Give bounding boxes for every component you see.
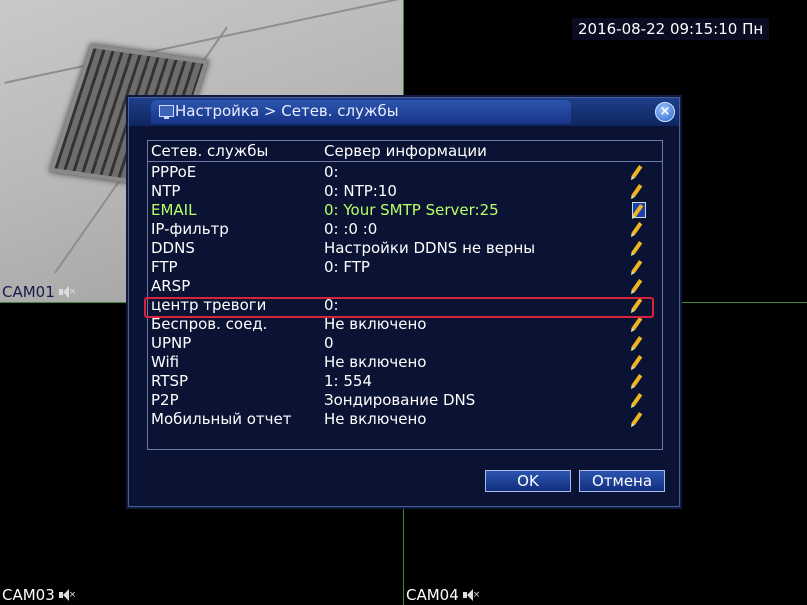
table-row[interactable]: ARSP xyxy=(148,277,662,296)
edit-pencil-icon[interactable] xyxy=(631,316,646,332)
service-info: Настройки DDNS не верны xyxy=(324,239,536,257)
service-info: 0: FTP xyxy=(324,258,370,276)
camera-name: CAM01 xyxy=(2,283,55,301)
edit-pencil-icon[interactable] xyxy=(631,392,646,408)
table-row[interactable]: RTSP 1: 554 xyxy=(148,372,662,391)
service-name: P2P xyxy=(151,391,179,409)
service-name: PPPoE xyxy=(151,163,197,181)
edit-pencil-icon[interactable] xyxy=(631,164,646,180)
table-row[interactable]: EMAIL 0: Your SMTP Server:25 xyxy=(148,201,662,220)
table-row[interactable]: Wifi Не включено xyxy=(148,353,662,372)
edit-pencil-icon[interactable] xyxy=(631,335,646,351)
service-name: FTP xyxy=(151,258,178,276)
table-row[interactable]: P2P Зондирование DNS xyxy=(148,391,662,410)
service-info: Зондирование DNS xyxy=(324,391,476,409)
service-info: 0: :0 :0 xyxy=(324,220,378,238)
service-info: 0 xyxy=(324,334,334,352)
column-header-info: Сервер информации xyxy=(324,142,487,160)
camera-label-cam03: CAM03 × xyxy=(2,585,76,604)
close-button[interactable]: × xyxy=(655,102,675,122)
camera-label-cam01: CAM01 × xyxy=(2,283,76,301)
service-name: Wifi xyxy=(151,353,180,371)
camera-label-cam04: CAM04 × xyxy=(406,585,480,604)
service-name: ARSP xyxy=(151,277,191,295)
service-name: NTP xyxy=(151,182,181,200)
camera-name: CAM03 xyxy=(2,585,55,604)
edit-pencil-icon[interactable] xyxy=(631,411,646,427)
service-name: DDNS xyxy=(151,239,195,257)
speaker-muted-icon: × xyxy=(58,588,76,601)
table-row[interactable]: DDNS Настройки DDNS не верны xyxy=(148,239,662,258)
table-row[interactable]: FTP 0: FTP xyxy=(148,258,662,277)
edit-pencil-icon[interactable] xyxy=(631,259,646,275)
service-name: EMAIL xyxy=(151,201,197,219)
column-header-service: Сетев. службы xyxy=(151,142,269,160)
edit-pencil-icon[interactable] xyxy=(631,278,646,294)
speaker-muted-icon: × xyxy=(58,286,76,298)
service-info: 1: 554 xyxy=(324,372,372,390)
table-header: Сетев. службы Сервер информации xyxy=(148,141,662,162)
edit-pencil-icon[interactable] xyxy=(631,240,646,256)
ok-button[interactable]: OK xyxy=(485,470,571,492)
service-info: 0: xyxy=(324,163,339,181)
service-name: Мобильный отчет xyxy=(151,410,292,428)
table-row[interactable]: PPPoE 0: xyxy=(148,163,662,182)
edit-pencil-icon[interactable] xyxy=(631,354,646,370)
table-row[interactable]: Мобильный отчет Не включено xyxy=(148,410,662,429)
dialog-title: Настройка > Сетев. службы xyxy=(175,102,399,120)
edit-pencil-icon[interactable] xyxy=(632,202,646,218)
camera-name: CAM04 xyxy=(406,585,459,604)
dialog-titlebar: Настройка > Сетев. службы × xyxy=(129,98,679,126)
service-info: 0: Your SMTP Server:25 xyxy=(324,201,499,219)
table-row[interactable]: IP-фильтр 0: :0 :0 xyxy=(148,220,662,239)
service-info: Не включено xyxy=(324,410,427,428)
speaker-muted-icon: × xyxy=(462,588,480,601)
datetime-display: 2016-08-22 09:15:10 Пн xyxy=(572,18,770,40)
edit-pencil-icon[interactable] xyxy=(631,373,646,389)
services-table: Сетев. службы Сервер информации PPPoE 0: N… xyxy=(147,140,663,450)
service-name: IP-фильтр xyxy=(151,220,229,238)
service-name: RTSP xyxy=(151,372,189,390)
table-row[interactable]: UPNP 0 xyxy=(148,334,662,353)
edit-pencil-icon[interactable] xyxy=(631,183,646,199)
monitor-icon xyxy=(159,105,174,119)
selection-highlight xyxy=(144,297,654,318)
cancel-button[interactable]: Отмена xyxy=(579,470,665,492)
service-info: Не включено xyxy=(324,353,427,371)
service-name: UPNP xyxy=(151,334,192,352)
service-info: 0: NTP:10 xyxy=(324,182,397,200)
table-row[interactable]: NTP 0: NTP:10 xyxy=(148,182,662,201)
network-services-dialog: Настройка > Сетев. службы × Сетев. служб… xyxy=(128,97,680,507)
edit-pencil-icon[interactable] xyxy=(631,221,646,237)
